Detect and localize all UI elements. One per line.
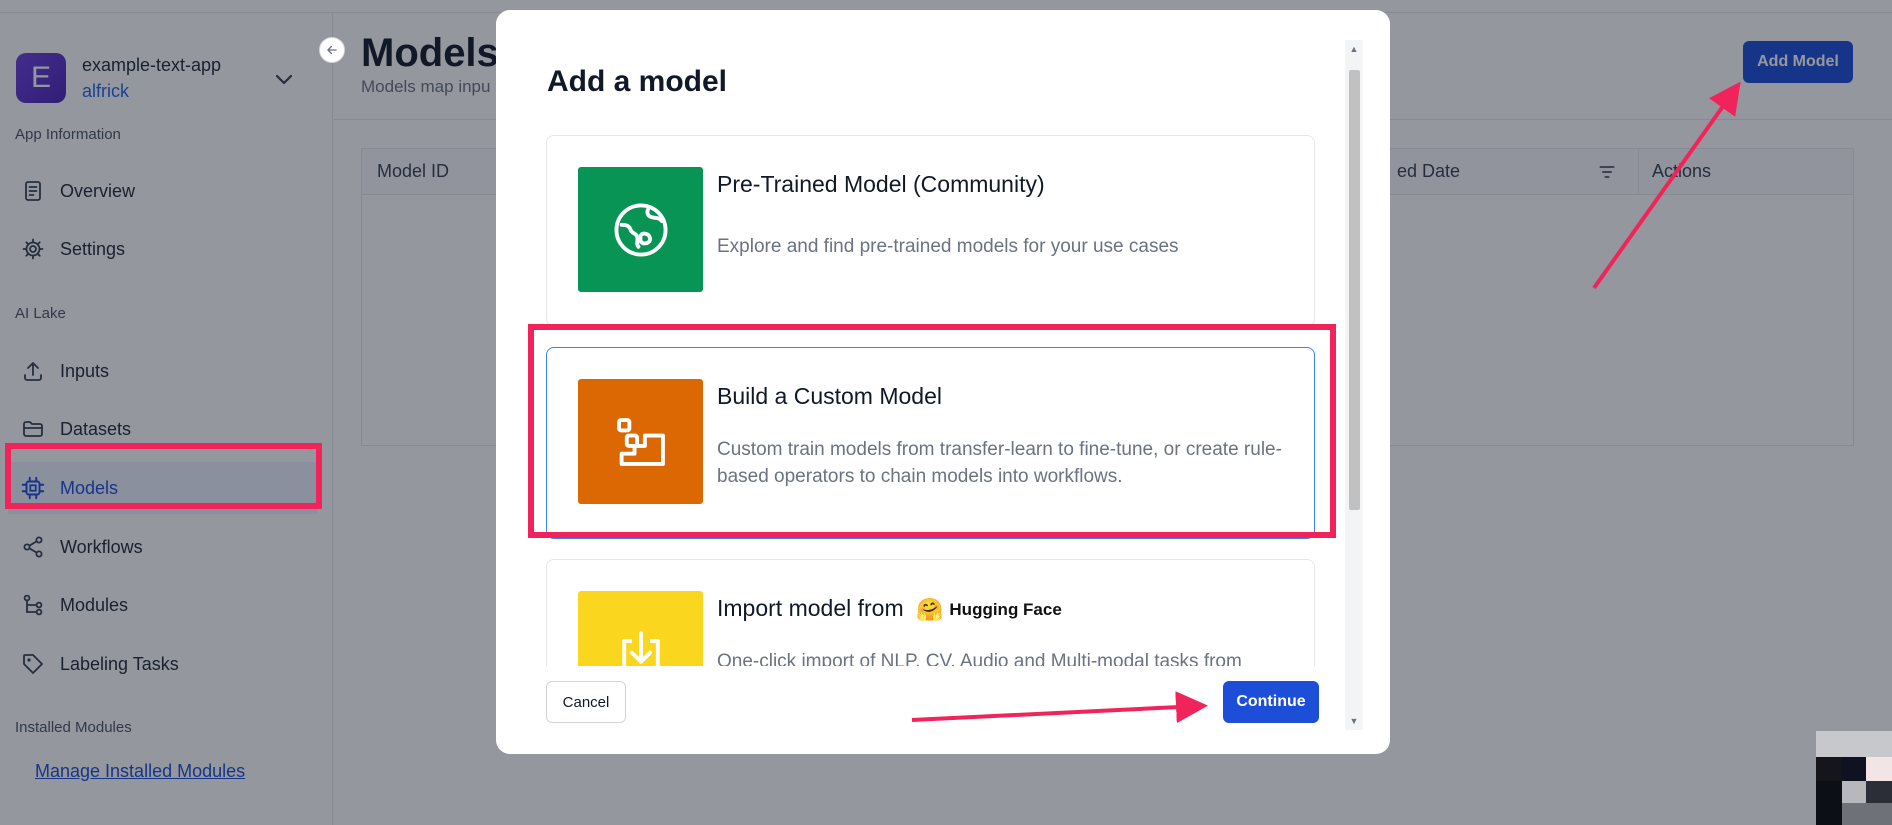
- app-root: E example-text-app alfrick App Informati…: [0, 0, 1892, 825]
- arrow-left-icon: [327, 45, 337, 55]
- pixelated-avatar: [1816, 731, 1892, 825]
- highlight-custom-model-box: [528, 324, 1336, 538]
- pixel-block: [1816, 781, 1842, 825]
- option-import-hugging-face[interactable]: Import model from 🤗 Hugging Face One-cli…: [546, 559, 1315, 666]
- hugging-face-logo: 🤗 Hugging Face: [916, 597, 1062, 623]
- import-icon: [578, 591, 703, 666]
- highlight-models-box: [5, 443, 322, 509]
- globe-icon: [578, 167, 703, 292]
- scroll-up-icon[interactable]: ▲: [1345, 40, 1363, 58]
- hugging-face-emoji: 🤗: [916, 596, 944, 622]
- dialog-title: Add a model: [547, 65, 728, 98]
- scroll-down-icon[interactable]: ▼: [1345, 712, 1363, 730]
- option-title: Pre-Trained Model (Community): [717, 171, 1045, 197]
- pixel-block: [1816, 731, 1892, 757]
- pixel-block: [1842, 757, 1866, 781]
- pixel-block: [1866, 781, 1892, 803]
- pixel-block: [1866, 757, 1892, 781]
- option-title-text: Import model from: [717, 595, 904, 621]
- pixel-block: [1842, 781, 1866, 803]
- pixel-block: [1816, 757, 1842, 781]
- continue-button[interactable]: Continue: [1223, 681, 1319, 723]
- dialog-scrollbar[interactable]: ▲ ▼: [1345, 40, 1363, 730]
- option-description: Explore and find pre-trained models for …: [717, 236, 1179, 257]
- scrollbar-thumb[interactable]: [1349, 70, 1360, 510]
- collapse-sidebar-button[interactable]: [319, 37, 345, 63]
- pixel-block: [1842, 803, 1892, 825]
- option-pretrained-model[interactable]: Pre-Trained Model (Community) Explore an…: [546, 135, 1315, 327]
- option-title: Import model from 🤗 Hugging Face: [717, 595, 1062, 623]
- option-description: One-click import of NLP, CV, Audio and M…: [717, 651, 1242, 666]
- cancel-button[interactable]: Cancel: [546, 681, 626, 723]
- hugging-face-brand-name: Hugging Face: [949, 599, 1062, 619]
